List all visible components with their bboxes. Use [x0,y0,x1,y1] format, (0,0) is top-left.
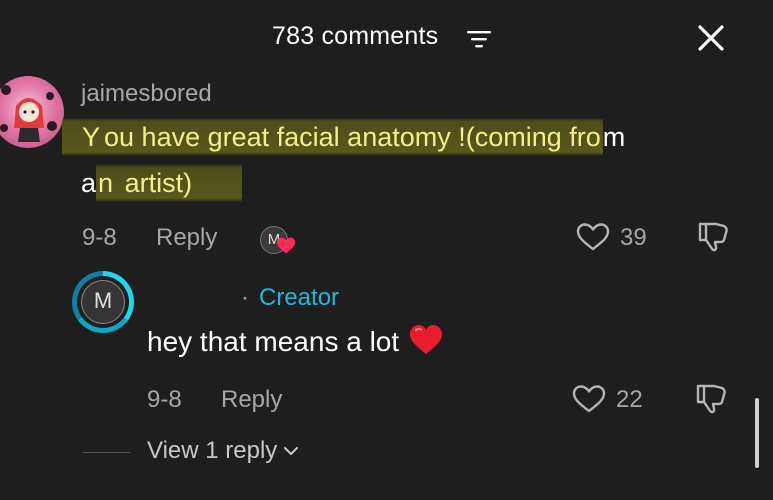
comments-count-title: 783 comments [272,22,439,50]
creator-avatar[interactable]: M [72,271,134,333]
user-avatar[interactable] [0,76,64,148]
close-icon[interactable] [697,24,725,52]
comment-text-segment: Y [62,118,103,156]
dislike-icon[interactable] [694,382,728,414]
red-heart-emoji-icon [410,325,443,354]
scrollbar-thumb[interactable] [755,398,759,468]
view-replies-button[interactable]: View 1 reply [147,437,299,465]
comment-text-segment: ou have great facial anatomy !(coming fr… [102,118,603,156]
reply-text: hey that means a lot [147,326,400,357]
creator-liked-badge: M [260,224,298,256]
reply-date: 9-8 [147,386,182,413]
like-count: 22 [616,386,643,413]
comments-header: 783 comments [0,0,773,76]
comment-text-segment: artist) [115,164,243,202]
reply-button[interactable]: Reply [221,386,282,414]
comment-text-segment: a [81,168,97,198]
comment-date: 9-8 [82,224,117,251]
like-heart-icon[interactable] [572,384,606,414]
comment-username[interactable]: jaimesbored [81,80,212,108]
like-count: 39 [620,224,647,251]
reply-button[interactable]: Reply [156,224,217,252]
like-heart-icon[interactable] [576,222,610,252]
creator-avatar-ring: M [77,276,129,328]
filter-icon[interactable] [467,30,491,48]
comment-text-segment: m [602,122,626,152]
creator-avatar-initial: M [81,280,125,324]
chevron-down-icon [284,447,299,455]
creator-badge: Creator [259,284,340,311]
comment-text-segment: n [96,164,116,202]
reply-comment-text: hey that means a lot [147,324,443,358]
dislike-icon[interactable] [696,220,730,252]
separator-dot: · [241,284,249,311]
heart-icon [276,237,296,254]
divider-line [82,452,130,453]
view-replies-label: View 1 reply [147,437,278,464]
